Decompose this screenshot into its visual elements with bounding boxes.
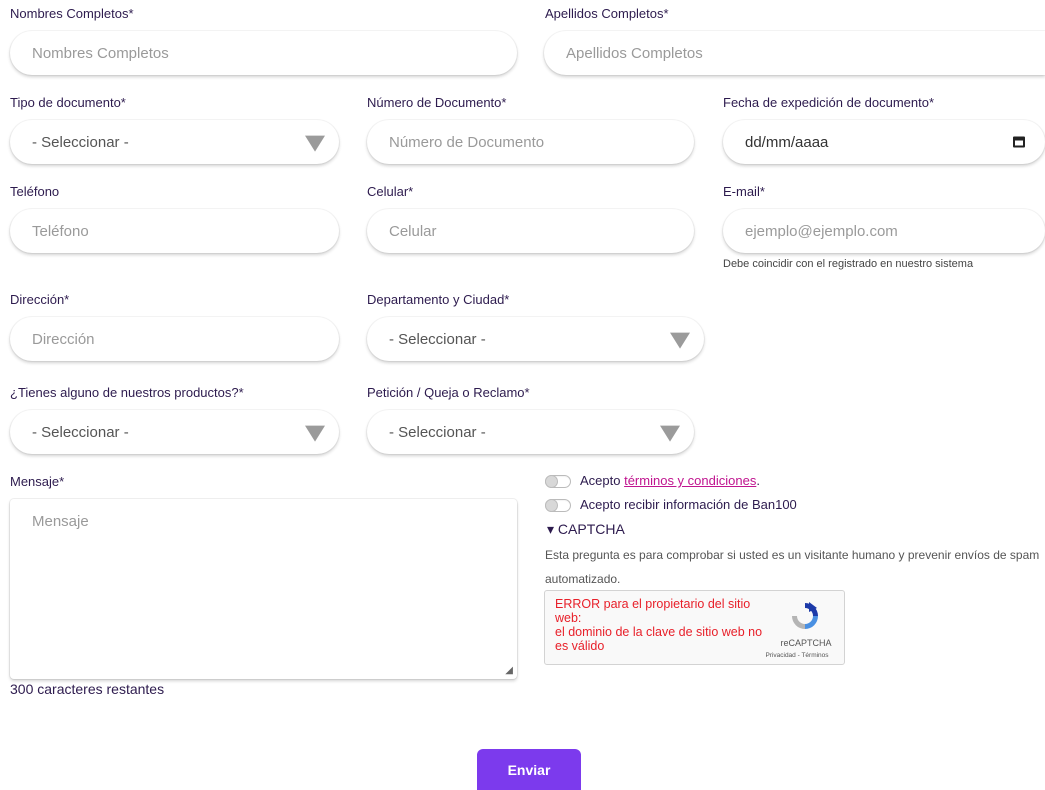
telefono-placeholder: Teléfono	[32, 222, 89, 240]
toggle-knob	[545, 475, 558, 488]
dropdown-arrow-icon	[660, 425, 680, 442]
apellidos-placeholder: Apellidos Completos	[566, 44, 703, 62]
recaptcha-logo-icon	[792, 602, 818, 629]
recaptcha-widget[interactable]: ERROR para el propietario del sitio web:…	[544, 590, 845, 665]
captcha-summary[interactable]: ▾ CAPTCHA	[547, 521, 625, 538]
nombres-input[interactable]: Nombres Completos	[10, 31, 517, 75]
apellidos-input[interactable]: Apellidos Completos	[544, 31, 1045, 75]
email-label: E-mail*	[723, 184, 765, 199]
departamento-ciudad-value: - Seleccionar -	[389, 330, 486, 348]
mensaje-placeholder: Mensaje	[32, 513, 89, 530]
peticion-value: - Seleccionar -	[389, 423, 486, 441]
info-text: Acepto recibir información de Ban100	[580, 497, 797, 512]
celular-label: Celular*	[367, 184, 414, 199]
mensaje-label: Mensaje*	[10, 474, 65, 489]
celular-placeholder: Celular	[389, 222, 437, 240]
peticion-label: Petición / Queja o Reclamo*	[367, 385, 530, 400]
terms-link[interactable]: términos y condiciones	[624, 473, 756, 488]
resize-handle-icon[interactable]: ◢	[505, 666, 513, 676]
calendar-icon[interactable]	[1013, 136, 1025, 148]
departamento-ciudad-label: Departamento y Ciudad*	[367, 292, 510, 307]
fecha-expedicion-input[interactable]: dd/mm/aaaa	[723, 120, 1045, 164]
nombres-placeholder: Nombres Completos	[32, 44, 169, 62]
peticion-select[interactable]: - Seleccionar -	[367, 410, 694, 454]
numero-documento-placeholder: Número de Documento	[389, 133, 545, 151]
dropdown-arrow-icon	[305, 135, 325, 152]
mensaje-textarea[interactable]: Mensaje ◢	[10, 499, 517, 679]
terms-text: Acepto términos y condiciones.	[580, 473, 760, 488]
recaptcha-error-line1: ERROR para el propietario del sitio web:	[555, 597, 751, 625]
productos-value: - Seleccionar -	[32, 423, 129, 441]
nombres-label: Nombres Completos*	[10, 6, 134, 21]
apellidos-label: Apellidos Completos*	[545, 6, 669, 21]
info-toggle[interactable]	[545, 499, 571, 512]
captcha-description: Esta pregunta es para comprobar si usted…	[545, 548, 1040, 586]
dropdown-arrow-icon	[305, 425, 325, 442]
email-hint: Debe coincidir con el registrado en nues…	[723, 258, 974, 270]
recaptcha-brand: reCAPTCHA	[780, 638, 832, 648]
fecha-expedicion-placeholder: dd/mm/aaaa	[745, 133, 829, 151]
submit-button[interactable]: Enviar	[477, 749, 581, 790]
dropdown-arrow-icon	[670, 332, 690, 349]
email-placeholder: ejemplo@ejemplo.com	[745, 222, 898, 240]
telefono-label: Teléfono	[10, 184, 60, 199]
telefono-input[interactable]: Teléfono	[10, 209, 339, 253]
email-input[interactable]: ejemplo@ejemplo.com	[723, 209, 1045, 253]
terms-toggle[interactable]	[545, 475, 571, 488]
terms-suffix: .	[756, 473, 760, 488]
tipo-documento-value: - Seleccionar -	[32, 133, 129, 151]
direccion-input[interactable]: Dirección	[10, 317, 339, 361]
numero-documento-input[interactable]: Número de Documento	[367, 120, 694, 164]
recaptcha-links[interactable]: Privacidad - Términos	[751, 652, 843, 659]
departamento-ciudad-select[interactable]: - Seleccionar -	[367, 317, 704, 361]
fecha-expedicion-label: Fecha de expedición de documento*	[723, 95, 935, 110]
tipo-documento-label: Tipo de documento*	[10, 95, 126, 110]
terms-prefix: Acepto	[580, 473, 625, 488]
direccion-placeholder: Dirección	[32, 330, 95, 348]
productos-label: ¿Tienes alguno de nuestros productos?*	[10, 385, 244, 400]
productos-select[interactable]: - Seleccionar -	[10, 410, 339, 454]
celular-input[interactable]: Celular	[367, 209, 694, 253]
recaptcha-error-line2: el dominio de la clave de sitio web no e…	[555, 625, 763, 653]
character-counter: 300 caracteres restantes	[10, 681, 165, 697]
direccion-label: Dirección*	[10, 292, 70, 307]
tipo-documento-select[interactable]: - Seleccionar -	[10, 120, 339, 164]
numero-documento-label: Número de Documento*	[367, 95, 507, 110]
recaptcha-error: ERROR para el propietario del sitio web:…	[555, 597, 765, 653]
toggle-knob	[545, 499, 558, 512]
